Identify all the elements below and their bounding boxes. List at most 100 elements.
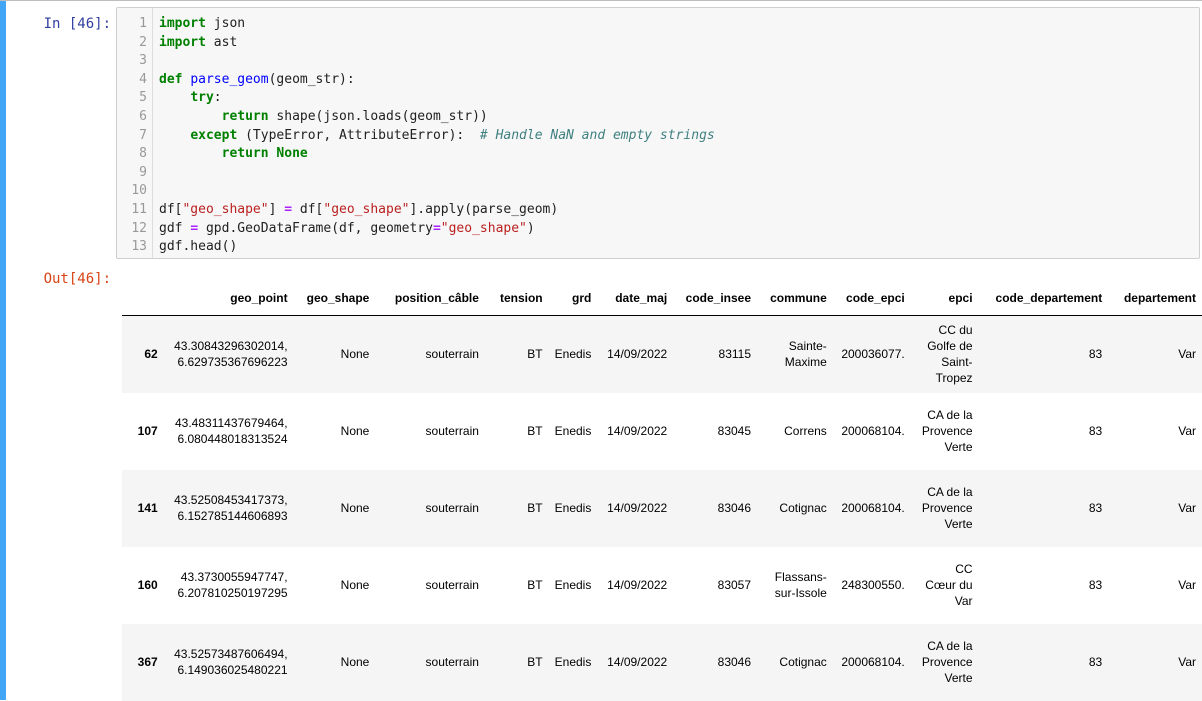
cell-geo-point-line: 43.52573487606494,: [174, 647, 288, 661]
code-token: ast: [205, 34, 238, 50]
table-row: 141 43.52508453417373, 6.152785144606893 No…: [122, 469, 1202, 547]
cell-tension: BT: [527, 347, 543, 362]
column-header-geo-shape: geo_shape: [293, 283, 376, 316]
code-line: gdf = gpd.GeoDataFrame(df, geometry="geo…: [159, 220, 715, 239]
output-area: geo_point geo_shape position_câble tensi…: [122, 283, 1202, 701]
code-token: gdf.head(): [159, 239, 238, 255]
cell-epci-line: CC du: [938, 323, 973, 338]
cell-date-maj: 14/09/2022: [607, 501, 668, 515]
cell-commune: Cotignac: [757, 470, 833, 547]
code-editor[interactable]: 1 2 3 4 5 6 7 8 9 10 11 12 13 import json import ast …: [116, 7, 1200, 259]
code-token: =: [284, 201, 293, 217]
line-number: 7: [139, 127, 147, 143]
cell-epci-line: Golfe de: [927, 339, 973, 354]
cell-commune-line: Cotignac: [779, 501, 827, 515]
cell-geo-point-line: 6.629735367696223: [177, 355, 288, 370]
code-token: ): [526, 220, 535, 236]
line-number: 12: [131, 220, 147, 236]
code-token: shape(json.loads(geom_str)): [268, 108, 488, 124]
code-line: except (TypeError, AttributeError): # Ha…: [159, 127, 714, 146]
cell-geo-point: 43.52508453417373, 6.152785144606893: [164, 470, 294, 547]
cell-date-maj: 14/09/2022: [607, 424, 668, 438]
cell-epci-line: Verte: [944, 440, 973, 454]
line-number: 8: [139, 146, 147, 162]
cell-commune-line: Correns: [784, 424, 827, 438]
cell-epci-line: CC: [955, 562, 973, 576]
output-prompt: Out[46]:: [43, 271, 111, 287]
input-prompt: In [46]:: [43, 16, 111, 32]
code-content[interactable]: import json import ast def parse_geom(geo…: [159, 15, 715, 257]
column-header-grd: grd: [548, 283, 598, 316]
cell-code-insee: 83046: [717, 501, 752, 515]
code-line: df["geo_shape"] = df["geo_shape"].apply(…: [159, 201, 715, 220]
cell-geo-shape: None: [340, 655, 370, 669]
cell-code-insee: 83045: [717, 424, 752, 438]
cell-epci-line: Cœur du: [925, 578, 973, 592]
column-header-code-insee: code_insee: [673, 283, 758, 316]
row-index: 62: [144, 347, 158, 362]
line-number: 1: [139, 16, 147, 31]
code-line: return shape(json.loads(geom_str)): [159, 108, 715, 127]
code-token: gpd.GeoDataFrame(df, geometry: [198, 220, 433, 236]
line-number: 10: [131, 183, 147, 199]
cell-date-maj: 14/09/2022: [607, 347, 668, 362]
line-number: 9: [139, 164, 147, 180]
cell-epci-line: Tropez: [935, 371, 973, 386]
cell-epci-line: CA de la: [927, 408, 973, 422]
code-token: return: [221, 108, 269, 124]
cell-commune-line: Maxime: [784, 355, 827, 370]
cell-geo-point-line: 43.48311437679464,: [175, 416, 288, 430]
cell-geo-point-line: 6.152785144606893: [177, 509, 288, 523]
column-header-commune: commune: [757, 283, 833, 316]
cell-commune-line: sur-Issole: [774, 586, 827, 600]
line-number: 2: [139, 34, 147, 50]
cell-code-epci: 200036077.: [841, 347, 905, 362]
code-token: return: [221, 146, 269, 162]
code-token: None: [276, 146, 308, 162]
cell-epci: CC du Golfe de Saint- Tropez: [911, 316, 979, 393]
cell-position-cable: souterrain: [425, 578, 479, 592]
code-token: (geom_str):: [268, 71, 355, 87]
dataframe-table: geo_point geo_shape position_câble tensi…: [122, 283, 1202, 701]
code-token: import: [159, 16, 206, 31]
cell-departement: Var: [1178, 424, 1196, 438]
cell-code-epci: 200068104.: [841, 501, 905, 515]
column-header-index: [122, 283, 164, 316]
column-header-geo-point: geo_point: [163, 283, 294, 316]
code-line: import ast: [159, 34, 715, 53]
code-token: "geo_shape": [323, 201, 410, 217]
line-number: 5: [139, 90, 147, 106]
code-token: gdf: [159, 220, 191, 236]
cell-epci-line: Var: [954, 594, 973, 608]
cell-commune-line: Sainte-: [788, 339, 827, 354]
cell-epci: CA de la Provence Verte: [911, 393, 979, 470]
code-token: except: [190, 127, 238, 143]
code-token: "geo_shape": [182, 201, 269, 217]
cell-epci-line: Provence: [921, 424, 973, 438]
line-number: 6: [139, 109, 147, 124]
cell-geo-point-line: 6.207810250197295: [177, 586, 288, 600]
cell-geo-point: 43.52573487606494, 6.149036025480221: [164, 624, 294, 701]
cell-epci: CA de la Provence Verte: [911, 624, 979, 701]
cell-departement: Var: [1178, 501, 1196, 515]
cell-departement: Var: [1178, 655, 1196, 669]
cell-commune: Correns: [757, 393, 833, 470]
column-header-epci: epci: [910, 283, 979, 316]
line-number: 13: [131, 239, 147, 255]
code-token: (TypeError, AttributeError):: [237, 127, 480, 143]
code-token: import: [159, 34, 206, 50]
cell-code-epci: 200068104.: [841, 655, 905, 669]
cell-epci-line: CA de la: [927, 639, 973, 653]
column-header-date-maj: date_maj: [597, 283, 674, 316]
cell-position-cable: souterrain: [425, 424, 479, 438]
cell-code-departement: 83: [1088, 578, 1103, 592]
row-index: 367: [137, 655, 158, 669]
cell-departement: Var: [1178, 578, 1196, 592]
column-header-code-epci: code_epci: [832, 283, 911, 316]
code-token: =: [432, 220, 441, 236]
cell-tension: BT: [527, 424, 543, 438]
